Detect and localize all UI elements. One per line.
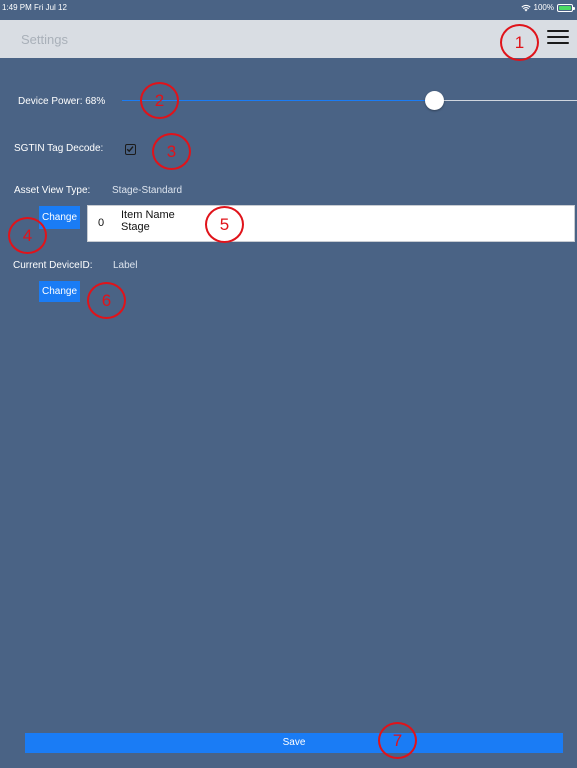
current-device-id-value: Label xyxy=(113,260,138,271)
wifi-icon xyxy=(520,4,531,12)
preview-item-name: Item Name xyxy=(121,209,175,221)
preview-item-number: 0 xyxy=(98,217,105,229)
preview-item-stage: Stage xyxy=(121,221,150,233)
change-asset-view-button[interactable]: Change xyxy=(39,206,80,229)
asset-view-type-label: Asset View Type: xyxy=(14,185,91,196)
annotation-marker-1: 1 xyxy=(500,24,539,61)
save-button[interactable]: Save xyxy=(25,733,563,753)
annotation-marker-4: 4 xyxy=(8,217,47,254)
device-power-label: Device Power: 68% xyxy=(18,96,106,107)
annotation-marker-7: 7 xyxy=(378,722,417,759)
battery-percent: 100% xyxy=(533,3,554,12)
asset-view-preview: 0 Item Name Stage xyxy=(87,205,575,242)
status-time: 1:49 PM Fri Jul 12 xyxy=(2,3,67,12)
annotation-marker-6: 6 xyxy=(87,282,126,319)
navigation-bar: Settings xyxy=(0,20,577,58)
annotation-marker-2: 2 xyxy=(140,82,179,119)
change-device-id-button[interactable]: Change xyxy=(39,281,80,302)
checkmark-icon xyxy=(126,146,134,153)
sgtin-tag-decode-label: SGTIN Tag Decode: xyxy=(14,143,104,154)
asset-view-type-value: Stage-Standard xyxy=(112,185,183,196)
sgtin-tag-decode-checkbox[interactable] xyxy=(125,144,136,155)
annotation-marker-3: 3 xyxy=(152,133,191,170)
device-power-slider-track[interactable] xyxy=(435,100,577,101)
page-title: Settings xyxy=(21,32,68,47)
battery-level xyxy=(559,5,571,10)
current-device-id-label: Current DeviceID: xyxy=(13,260,93,271)
annotation-marker-5: 5 xyxy=(205,206,244,243)
device-power-slider-thumb[interactable] xyxy=(425,91,444,110)
battery-icon xyxy=(557,3,575,12)
hamburger-menu-icon[interactable] xyxy=(547,30,569,46)
status-bar: 1:49 PM Fri Jul 12 100% xyxy=(0,0,577,20)
battery-tip xyxy=(573,6,575,10)
status-indicators: 100% xyxy=(520,3,575,12)
